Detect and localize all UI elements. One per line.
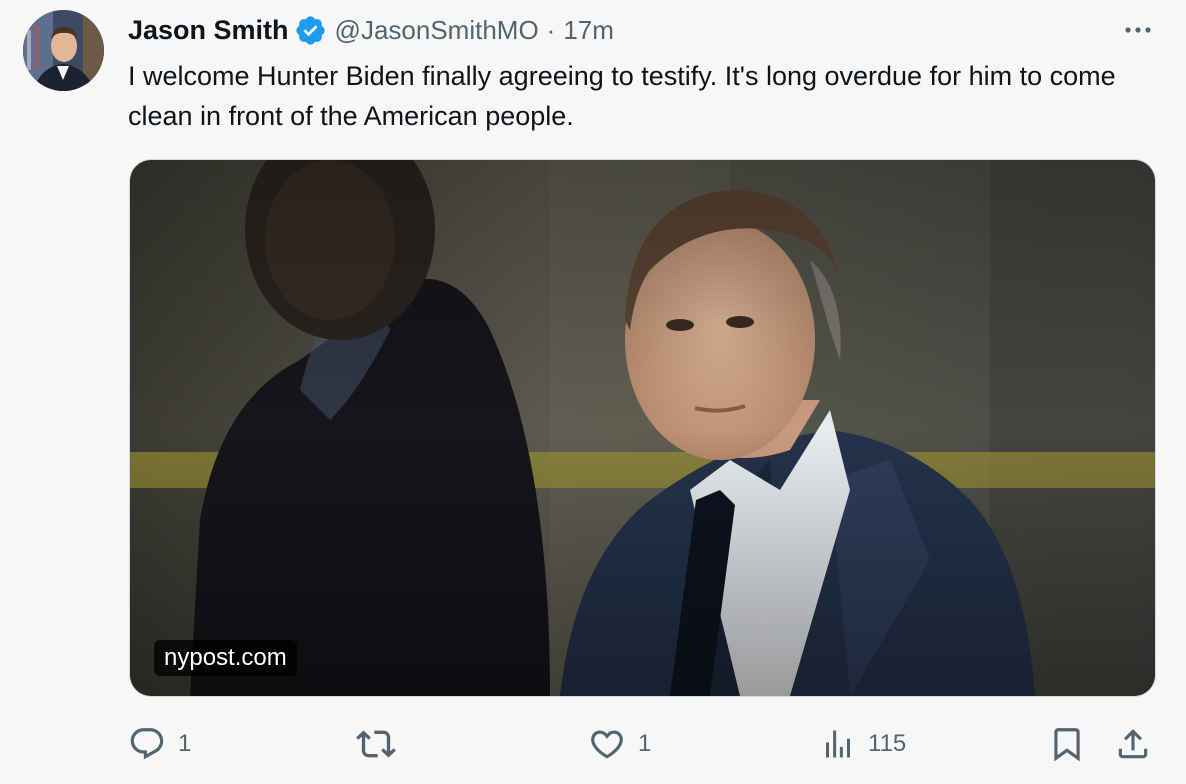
media-card[interactable]: nypost.com: [129, 159, 1156, 697]
media-photo: [130, 160, 1155, 696]
separator-dot: ·: [546, 14, 556, 45]
timestamp[interactable]: 17m: [563, 15, 614, 46]
like-count: 1: [638, 730, 652, 757]
display-name[interactable]: Jason Smith: [128, 15, 289, 46]
media-domain-badge: nypost.com: [154, 640, 297, 676]
more-dots-icon[interactable]: [1120, 16, 1156, 44]
reply-count: 1: [178, 730, 192, 757]
tweet[interactable]: Jason Smith @JasonSmithMO · 17m I welcom…: [0, 0, 1186, 784]
like-button[interactable]: 1: [588, 722, 651, 766]
action-bar: 1 1 115: [128, 722, 1158, 766]
reply-button[interactable]: 1: [128, 722, 191, 766]
bookmark-button[interactable]: [1048, 722, 1086, 766]
avatar[interactable]: [23, 10, 104, 91]
tweet-header: Jason Smith @JasonSmithMO · 17m: [128, 12, 614, 48]
views-button[interactable]: 115: [820, 722, 906, 766]
views-count: 115: [868, 730, 907, 757]
retweet-icon: [356, 724, 396, 764]
views-chart-icon: [820, 726, 856, 762]
retweet-button[interactable]: [356, 722, 408, 766]
tweet-text: I welcome Hunter Biden finally agreeing …: [128, 61, 1116, 131]
share-icon: [1114, 725, 1152, 763]
bookmark-icon: [1048, 725, 1086, 763]
verified-badge-icon[interactable]: [294, 14, 327, 47]
heart-icon: [588, 725, 626, 763]
reply-icon: [128, 725, 166, 763]
share-button[interactable]: [1114, 722, 1152, 766]
author-handle[interactable]: @JasonSmithMO: [335, 15, 539, 46]
